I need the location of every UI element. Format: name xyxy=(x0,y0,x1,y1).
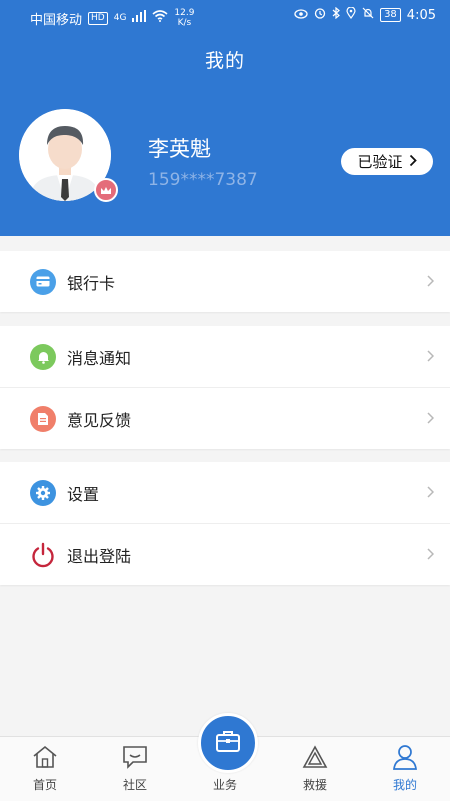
tab-rescue[interactable]: 救援 xyxy=(270,737,360,801)
menu-group-messages: 消息通知 意见反馈 xyxy=(0,326,450,449)
tab-mine[interactable]: 我的 xyxy=(360,737,450,801)
user-phone: 159****7387 xyxy=(148,170,258,190)
bank-card-icon xyxy=(30,268,56,295)
menu-group-account: 设置 退出登陆 xyxy=(0,462,450,585)
user-name: 李英魁 xyxy=(148,137,211,161)
menu-item-label: 退出登陆 xyxy=(67,546,132,566)
menu-item-logout[interactable]: 退出登陆 xyxy=(0,524,450,585)
eye-icon xyxy=(294,8,308,23)
menu-group-wallet: 银行卡 xyxy=(0,251,450,312)
tab-community[interactable]: 社区 xyxy=(90,737,180,801)
bluetooth-icon xyxy=(332,6,340,23)
triangle-icon xyxy=(302,744,328,770)
clock-time: 4:05 xyxy=(406,7,436,23)
tab-label: 我的 xyxy=(392,778,417,792)
tab-label: 救援 xyxy=(302,778,327,792)
menu-item-notifications[interactable]: 消息通知 xyxy=(0,326,450,388)
chevron-right-icon xyxy=(427,482,435,503)
signal-icon xyxy=(132,10,147,26)
chevron-right-icon xyxy=(427,346,435,367)
mute-icon xyxy=(362,7,374,23)
briefcase-icon xyxy=(215,729,241,757)
menu-item-bank-card[interactable]: 银行卡 xyxy=(0,251,450,312)
home-icon xyxy=(32,744,58,770)
gear-icon xyxy=(30,479,56,506)
menu-item-feedback[interactable]: 意见反馈 xyxy=(0,388,450,449)
battery-icon: 38 xyxy=(380,8,401,22)
chevron-right-icon xyxy=(427,271,435,292)
tab-label: 首页 xyxy=(32,778,57,792)
feedback-icon xyxy=(30,405,56,432)
chevron-right-icon xyxy=(427,544,435,565)
alarm-icon xyxy=(314,7,326,23)
verified-label: 已验证 xyxy=(357,153,403,171)
location-icon xyxy=(346,6,356,23)
carrier-label: 中国移动 xyxy=(30,12,83,28)
tab-label: 业务 xyxy=(212,778,237,792)
person-icon xyxy=(392,744,418,770)
menu-item-label: 消息通知 xyxy=(67,348,132,368)
power-icon xyxy=(30,542,56,568)
menu-item-label: 意见反馈 xyxy=(67,410,132,430)
network-speed: 12.9 K/s xyxy=(174,8,194,28)
menu-item-label: 设置 xyxy=(67,484,100,504)
page-title: 我的 xyxy=(204,50,245,72)
chat-icon xyxy=(122,744,148,770)
profile-header: 中国移动 HD 4G 12.9 K/s 38 4:05 我的 李英魁 159**… xyxy=(0,0,450,236)
vip-crown-icon xyxy=(94,178,118,202)
verified-button[interactable]: 已验证 xyxy=(341,148,433,175)
menu-item-settings[interactable]: 设置 xyxy=(0,462,450,524)
menu-item-label: 银行卡 xyxy=(67,273,116,293)
network-label: 4G xyxy=(113,12,127,23)
bell-icon xyxy=(30,343,56,370)
wifi-icon xyxy=(152,10,168,26)
speed-unit: K/s xyxy=(177,18,192,28)
business-center-button[interactable] xyxy=(198,713,258,773)
tab-label: 社区 xyxy=(122,778,147,792)
chevron-right-icon xyxy=(409,153,417,171)
chevron-right-icon xyxy=(427,408,435,429)
hd-badge: HD xyxy=(88,11,108,25)
tab-home[interactable]: 首页 xyxy=(0,737,90,801)
speed-value: 12.9 xyxy=(174,8,195,18)
status-bar: 中国移动 HD 4G 12.9 K/s 38 4:05 xyxy=(0,0,450,30)
